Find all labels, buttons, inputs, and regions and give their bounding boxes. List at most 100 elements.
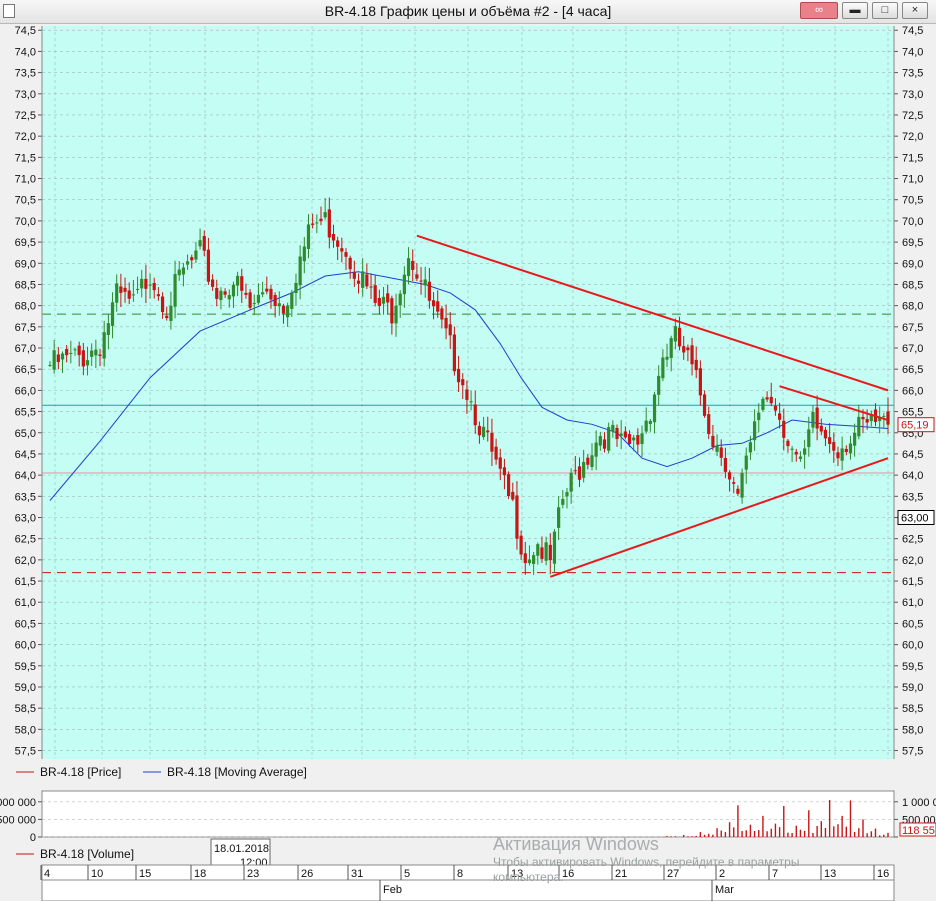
price-tick-label-right: 64,0 (902, 470, 923, 482)
volume-tick-label-right: 1 000 000 (902, 797, 936, 809)
candle-body (532, 555, 536, 564)
candle-body (748, 442, 753, 453)
day-label: 10 (91, 868, 103, 880)
candle-body (73, 349, 77, 351)
candle-body (352, 271, 356, 279)
candle-body (215, 287, 219, 299)
price-tick-label-left: 62,0 (15, 555, 36, 567)
candle-body (790, 448, 794, 450)
candle-body (652, 394, 657, 423)
candle-body (607, 427, 611, 451)
price-tick-label-left: 74,0 (15, 46, 36, 58)
candle-body (319, 218, 323, 222)
candle-body (844, 448, 848, 452)
volume-plot-area[interactable] (41, 790, 895, 838)
day-label: 18 (194, 868, 206, 880)
candle-body (548, 544, 552, 561)
candle-body (836, 452, 840, 459)
price-tick-label-left: 61,0 (15, 597, 36, 609)
candle-body (544, 542, 548, 561)
candle-body (377, 297, 381, 307)
day-label: 8 (457, 868, 463, 880)
candle-body (411, 260, 415, 270)
price-tick-label-left: 62,5 (15, 534, 36, 546)
price-tick-label-left: 68,0 (15, 301, 36, 313)
candle-body (302, 246, 306, 262)
candle-body (398, 293, 402, 306)
candle-body (723, 457, 728, 472)
candle-body (123, 287, 127, 292)
price-tick-label-right: 73,5 (902, 68, 923, 80)
price-tick-label-left: 58,0 (15, 724, 36, 736)
candle-body (348, 257, 352, 270)
candle-body (406, 258, 411, 277)
candle-body (336, 240, 340, 247)
candle-body (657, 375, 661, 395)
candle-body (507, 474, 511, 497)
candle-body (536, 544, 540, 556)
candle-body (857, 416, 861, 437)
candle-body (402, 274, 406, 295)
minimize-button[interactable]: ▬ (842, 2, 868, 19)
price-tick-label-left: 65,0 (15, 428, 36, 440)
candle-body (69, 352, 73, 354)
candle-body (240, 276, 244, 291)
price-tick-label-left: 66,5 (15, 364, 36, 376)
price-tick-label-left: 60,0 (15, 640, 36, 652)
candle-body (736, 488, 740, 494)
price-tick-label-right: 68,5 (902, 279, 923, 291)
price-tick-label-right: 58,5 (902, 703, 923, 715)
price-tick-label-right: 63,5 (902, 491, 923, 503)
candle-body (294, 282, 298, 294)
candle-body (144, 278, 148, 289)
candle-body (494, 446, 498, 460)
close-button[interactable]: × (902, 2, 928, 19)
price-tick-label-right: 74,0 (902, 46, 923, 58)
price-tick-label-left: 68,5 (15, 279, 36, 291)
candle-body (94, 349, 98, 356)
candle-body (373, 285, 377, 303)
candle-body (552, 531, 557, 564)
candle-body (344, 252, 348, 257)
price-tick-label-left: 71,5 (15, 152, 36, 164)
link-button[interactable]: ∞ (800, 2, 838, 19)
price-tick-label-left: 63,5 (15, 491, 36, 503)
candle-body (323, 212, 327, 218)
price-tick-label-right: 57,5 (902, 746, 923, 758)
candle-body (619, 433, 623, 436)
price-tick-label-right: 70,5 (902, 195, 923, 207)
candle-body (886, 411, 890, 425)
candle-body (206, 249, 211, 282)
candle-body (719, 447, 723, 458)
candle-body (832, 442, 836, 451)
candle-body (698, 368, 702, 396)
candle-body (803, 448, 807, 455)
restore-button[interactable]: □ (872, 2, 898, 19)
candle-body (60, 353, 65, 360)
candle-body (590, 455, 594, 468)
day-label: 26 (301, 868, 313, 880)
candle-body (436, 301, 440, 312)
candle-body (565, 492, 569, 497)
candle-body (557, 507, 561, 528)
restore-icon: □ (881, 4, 889, 16)
day-label: 7 (772, 868, 778, 880)
candle-body (757, 412, 761, 421)
candle-body (473, 404, 477, 426)
candle-body (152, 283, 156, 291)
candle-body (423, 279, 427, 286)
price-axis-left: 74,5 74,0 73,5 73,0 72,5 72,0 71,5 71,0 70,5 70,0… (15, 25, 42, 758)
day-label: 16 (877, 868, 889, 880)
candle-body (773, 405, 778, 411)
candle-body (865, 419, 869, 423)
time-axis[interactable] (41, 864, 895, 901)
candle-body (56, 354, 60, 362)
candle-body (298, 256, 302, 286)
candle-body (527, 559, 532, 564)
candle-body (369, 286, 373, 288)
candle-body (673, 326, 677, 342)
candle-body (415, 274, 419, 279)
candle-body (861, 416, 865, 420)
candle-body (486, 430, 490, 433)
candle-body (511, 491, 515, 500)
